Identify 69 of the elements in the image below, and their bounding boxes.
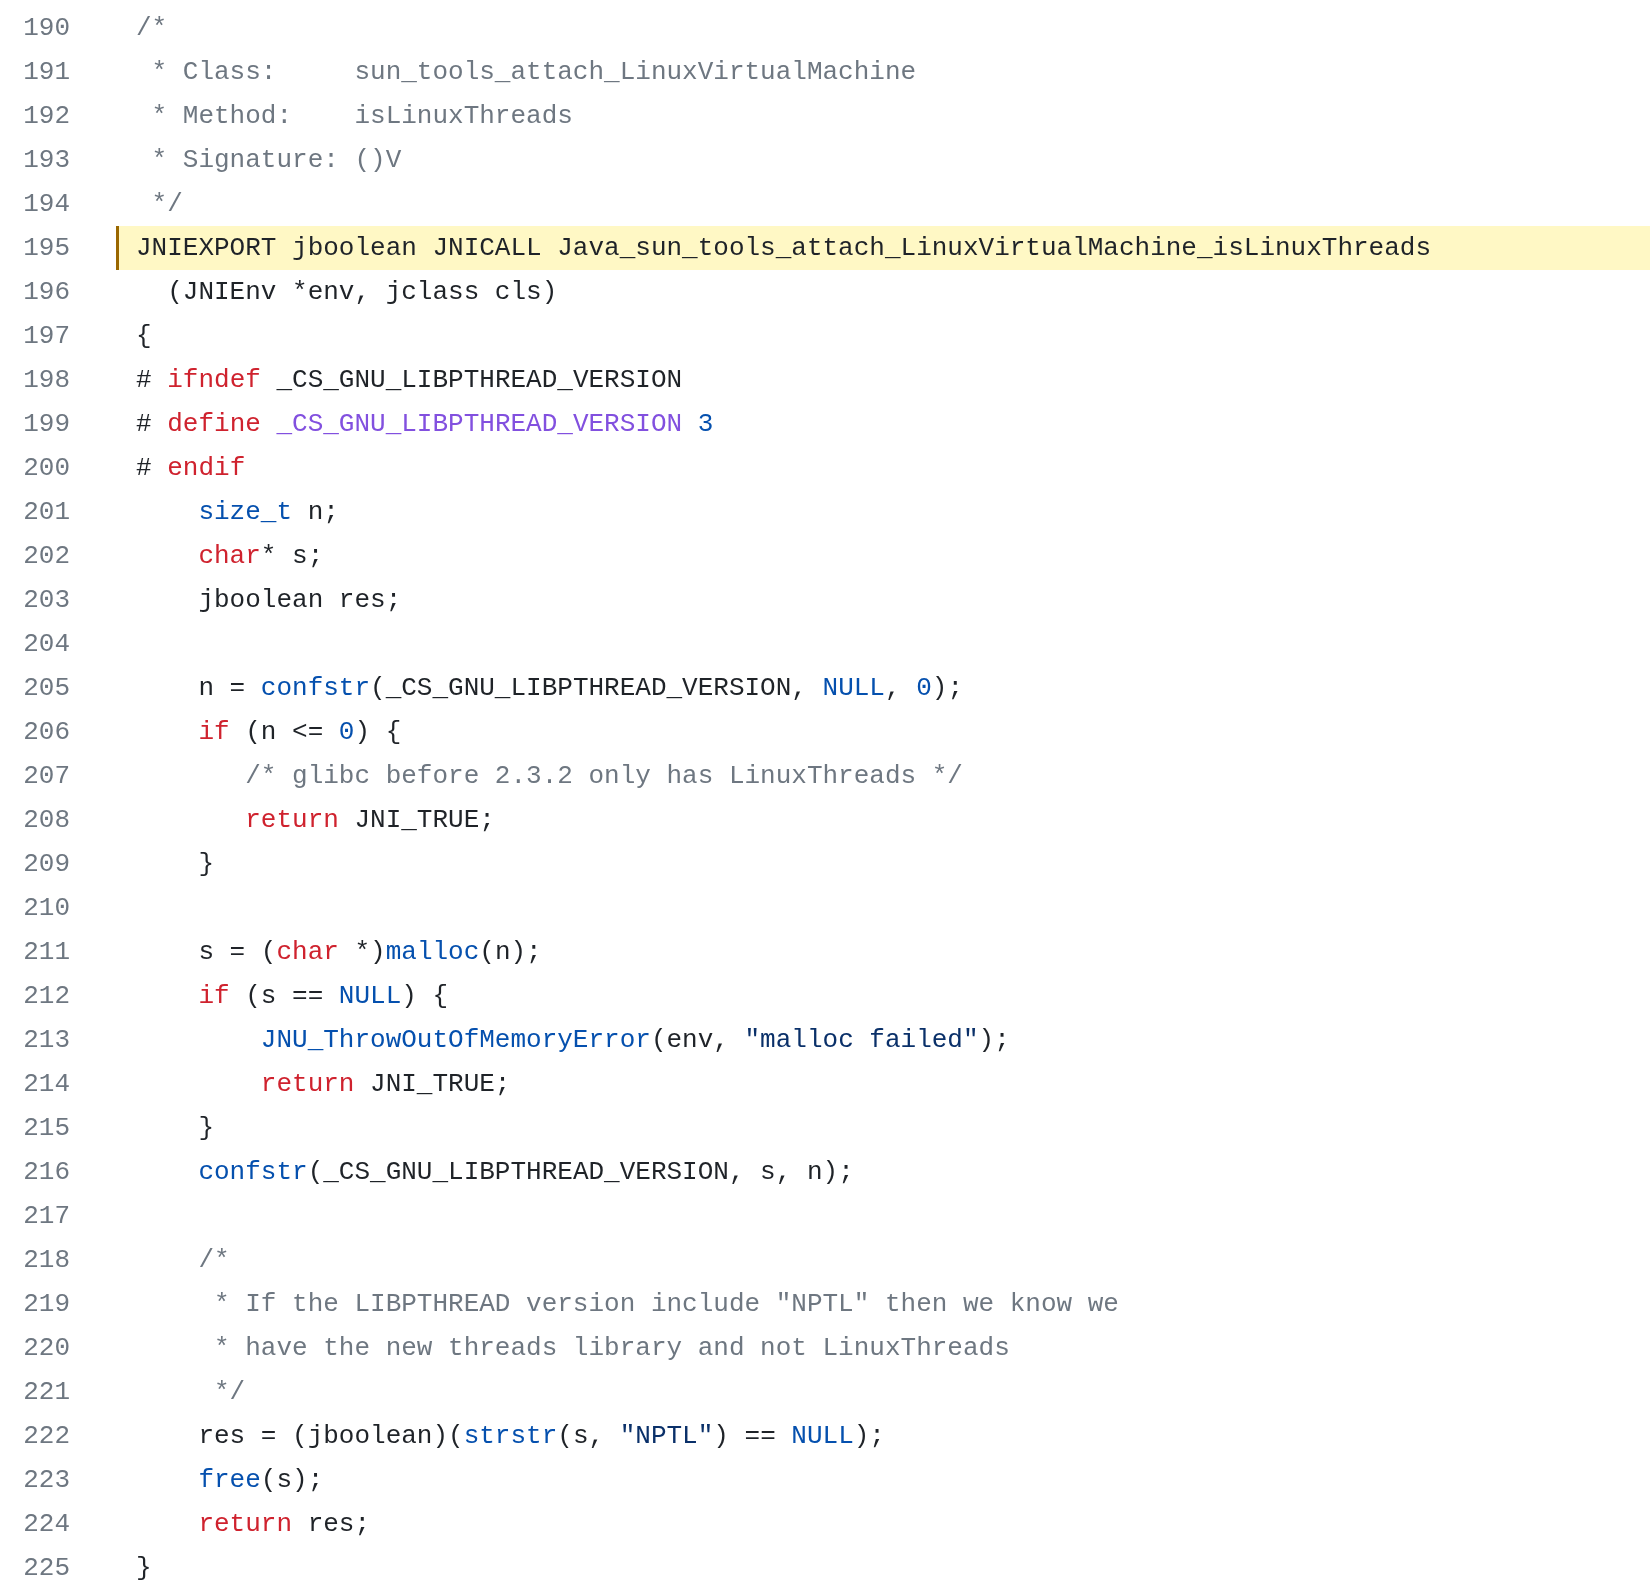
line-number[interactable]: 202 bbox=[0, 536, 70, 576]
line-number[interactable]: 216 bbox=[0, 1152, 70, 1192]
line-number[interactable]: 209 bbox=[0, 844, 70, 884]
code-line: # ifndef _CS_GNU_LIBPTHREAD_VERSION bbox=[136, 363, 683, 397]
code-line: free(s); bbox=[197, 1463, 324, 1497]
line-number[interactable]: 201 bbox=[0, 492, 70, 532]
line-number[interactable]: 222 bbox=[0, 1416, 70, 1456]
code-line: */ bbox=[150, 187, 183, 221]
line-number[interactable]: 207 bbox=[0, 756, 70, 796]
line-number[interactable]: 197 bbox=[0, 316, 70, 356]
code-line: s = (char *)malloc(n); bbox=[197, 935, 542, 969]
line-number[interactable]: 210 bbox=[0, 888, 70, 928]
line-number[interactable]: 204 bbox=[0, 624, 70, 664]
line-number[interactable]: 194 bbox=[0, 184, 70, 224]
code-line: return JNI_TRUE; bbox=[244, 803, 495, 837]
line-number[interactable]: 225 bbox=[0, 1548, 70, 1588]
line-number[interactable]: 223 bbox=[0, 1460, 70, 1500]
code-line: char* s; bbox=[197, 539, 324, 573]
code-line: } bbox=[197, 1111, 214, 1145]
code-line: (JNIEnv *env, jclass cls) bbox=[166, 275, 558, 309]
line-number[interactable]: 200 bbox=[0, 448, 70, 488]
line-number[interactable]: 224 bbox=[0, 1504, 70, 1544]
line-number[interactable]: 190 bbox=[0, 8, 70, 48]
line-number[interactable]: 215 bbox=[0, 1108, 70, 1148]
line-number[interactable]: 195 bbox=[0, 228, 70, 268]
code-line: # endif bbox=[136, 451, 246, 485]
line-number[interactable]: 191 bbox=[0, 52, 70, 92]
code-line: jboolean res; bbox=[197, 583, 402, 617]
code-line: */ bbox=[213, 1375, 246, 1409]
line-number[interactable]: 214 bbox=[0, 1064, 70, 1104]
line-number[interactable]: 192 bbox=[0, 96, 70, 136]
code-line: size_t n; bbox=[197, 495, 339, 529]
code-line: * Signature: ()V bbox=[150, 143, 402, 177]
code-line: res = (jboolean)(strstr(s, "NPTL") == NULL); bbox=[197, 1419, 885, 1453]
line-number[interactable]: 211 bbox=[0, 932, 70, 972]
code-line: confstr(_CS_GNU_LIBPTHREAD_VERSION, s, n); bbox=[197, 1155, 854, 1189]
line-number[interactable]: 193 bbox=[0, 140, 70, 180]
line-number[interactable]: 203 bbox=[0, 580, 70, 620]
code-line: return JNI_TRUE; bbox=[259, 1067, 511, 1101]
code-line: /* bbox=[136, 11, 168, 45]
line-number[interactable]: 213 bbox=[0, 1020, 70, 1060]
code-line: } bbox=[197, 847, 214, 881]
code-line: if (s == NULL) { bbox=[197, 979, 449, 1013]
code-line: JNU_ThrowOutOfMemoryError(env, "malloc failed"); bbox=[259, 1023, 1010, 1057]
line-number[interactable]: 212 bbox=[0, 976, 70, 1016]
line-number[interactable]: 205 bbox=[0, 668, 70, 708]
code-line: * have the new threads library and not LinuxThreads bbox=[213, 1331, 1010, 1365]
code-line: # define _CS_GNU_LIBPTHREAD_VERSION 3 bbox=[136, 407, 714, 441]
code-line: * If the LIBPTHREAD version include "NPTL" then we know we bbox=[213, 1287, 1119, 1321]
line-number[interactable]: 221 bbox=[0, 1372, 70, 1412]
code-line: { bbox=[136, 319, 152, 353]
line-number[interactable]: 217 bbox=[0, 1196, 70, 1236]
code-line: /* glibc before 2.3.2 only has LinuxThreads */ bbox=[244, 759, 963, 793]
line-number[interactable]: 208 bbox=[0, 800, 70, 840]
line-number[interactable]: 218 bbox=[0, 1240, 70, 1280]
line-number[interactable]: 198 bbox=[0, 360, 70, 400]
code-line: /* bbox=[197, 1243, 230, 1277]
line-number[interactable]: 220 bbox=[0, 1328, 70, 1368]
code-line: return res; bbox=[197, 1507, 371, 1541]
code-line: JNIEXPORT jboolean JNICALL Java_sun_tools_attach_LinuxVirtualMachine_isLinuxThreads bbox=[136, 231, 1431, 265]
line-number[interactable]: 206 bbox=[0, 712, 70, 752]
code-line: n = confstr(_CS_GNU_LIBPTHREAD_VERSION, NULL, 0); bbox=[197, 671, 963, 705]
code-line: * Method: isLinuxThreads bbox=[150, 99, 573, 133]
code-line: } bbox=[136, 1551, 152, 1585]
line-number[interactable]: 219 bbox=[0, 1284, 70, 1324]
code-line: if (n <= 0) { bbox=[197, 715, 402, 749]
line-number[interactable]: 196 bbox=[0, 272, 70, 312]
line-number[interactable]: 199 bbox=[0, 404, 70, 444]
code-line: * Class: sun_tools_attach_LinuxVirtualMachine bbox=[150, 55, 917, 89]
